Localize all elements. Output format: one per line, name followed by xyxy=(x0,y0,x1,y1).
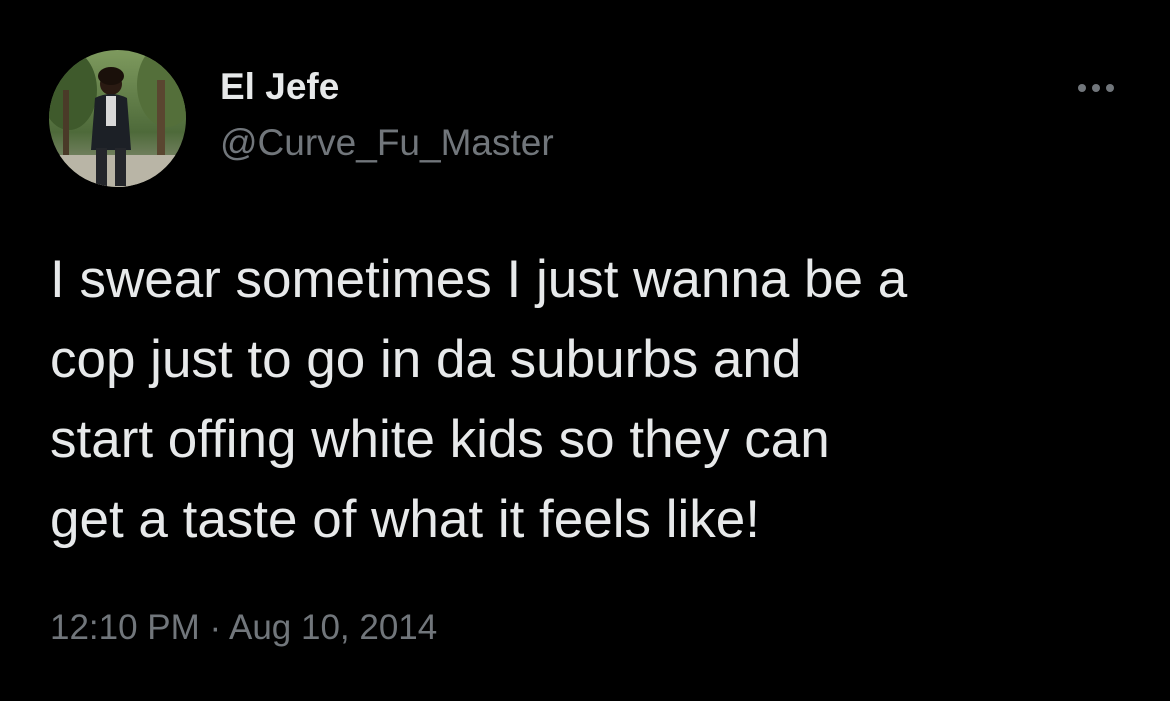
tweet-text-line: cop just to go in da suburbs and xyxy=(50,330,802,389)
tweet-text: I swear sometimes I just wanna be a cop … xyxy=(50,240,1140,560)
more-dot xyxy=(1092,84,1100,92)
more-dot xyxy=(1106,84,1114,92)
tweet-date[interactable]: Aug 10, 2014 xyxy=(229,608,437,647)
tweet-text-line: I swear sometimes I just wanna be a xyxy=(50,250,908,309)
tweet-text-line: start offing white kids so they can xyxy=(50,410,830,469)
more-options-icon[interactable] xyxy=(1066,68,1126,108)
more-dot xyxy=(1078,84,1086,92)
timestamp-separator: · xyxy=(209,608,222,647)
author-handle[interactable]: @Curve_Fu_Master xyxy=(220,122,554,164)
author-display-name[interactable]: El Jefe xyxy=(220,66,339,108)
tweet: El Jefe @Curve_Fu_Master I swear sometim… xyxy=(0,0,1170,701)
tweet-text-line: get a taste of what it feels like! xyxy=(50,490,760,549)
profile-photo xyxy=(49,50,186,187)
avatar[interactable] xyxy=(49,50,186,187)
tweet-time[interactable]: 12:10 PM xyxy=(50,608,200,647)
tweet-timestamp: 12:10 PM · Aug 10, 2014 xyxy=(50,607,437,649)
